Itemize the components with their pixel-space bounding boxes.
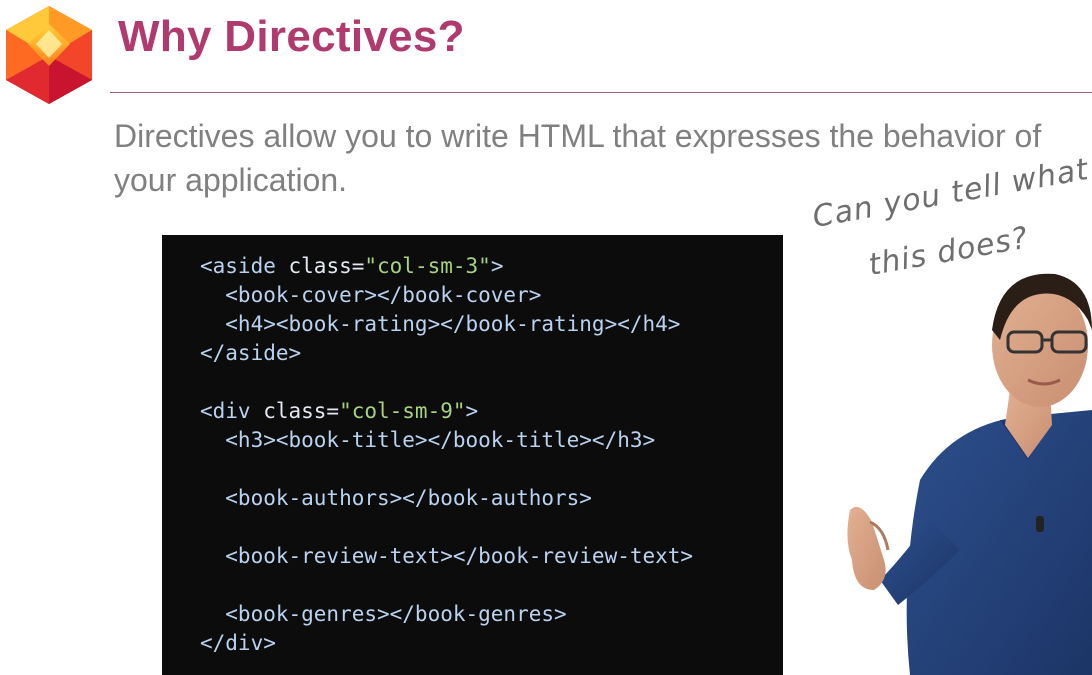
code-token: <book-genres></book-genres>: [200, 602, 567, 626]
code-token: >: [490, 254, 504, 278]
code-block: <aside class="col-sm-3"> <book-cover></b…: [200, 252, 693, 658]
slide: Why Directives? Directives allow you to …: [0, 0, 1092, 675]
code-token: class=: [263, 399, 340, 423]
code-line: <book-review-text></book-review-text>: [200, 542, 693, 571]
title-divider: [110, 92, 1092, 93]
code-line: </aside>: [200, 339, 693, 368]
code-line: <div class="col-sm-9">: [200, 397, 693, 426]
code-line: <book-authors></book-authors>: [200, 484, 693, 513]
code-token: <book-review-text></book-review-text>: [200, 544, 694, 568]
code-line: <h4><book-rating></book-rating></h4>: [200, 310, 693, 339]
code-line: <h3><book-title></book-title></h3>: [200, 426, 693, 455]
code-token: <div: [200, 399, 264, 423]
code-token: <aside: [200, 254, 289, 278]
code-token: <h3><book-title></book-title></h3>: [200, 428, 656, 452]
code-line: </div>: [200, 629, 693, 658]
code-token: <book-authors></book-authors>: [200, 486, 592, 510]
code-line: <book-genres></book-genres>: [200, 600, 693, 629]
code-token: <book-cover></book-cover>: [200, 283, 542, 307]
code-token: "col-sm-3": [364, 254, 491, 278]
code-token: "col-sm-9": [339, 399, 466, 423]
presenter-photo: [847, 273, 1092, 675]
code-token: class=: [288, 254, 365, 278]
code-line: <book-cover></book-cover>: [200, 281, 693, 310]
slide-title: Why Directives?: [118, 12, 465, 61]
code-token: </div>: [200, 631, 276, 655]
code-token: </aside>: [200, 341, 302, 365]
gem-logo-icon: [6, 6, 92, 104]
code-line: <aside class="col-sm-3">: [200, 252, 693, 281]
code-token: >: [465, 399, 479, 423]
code-token: <h4><book-rating></book-rating></h4>: [200, 312, 681, 336]
